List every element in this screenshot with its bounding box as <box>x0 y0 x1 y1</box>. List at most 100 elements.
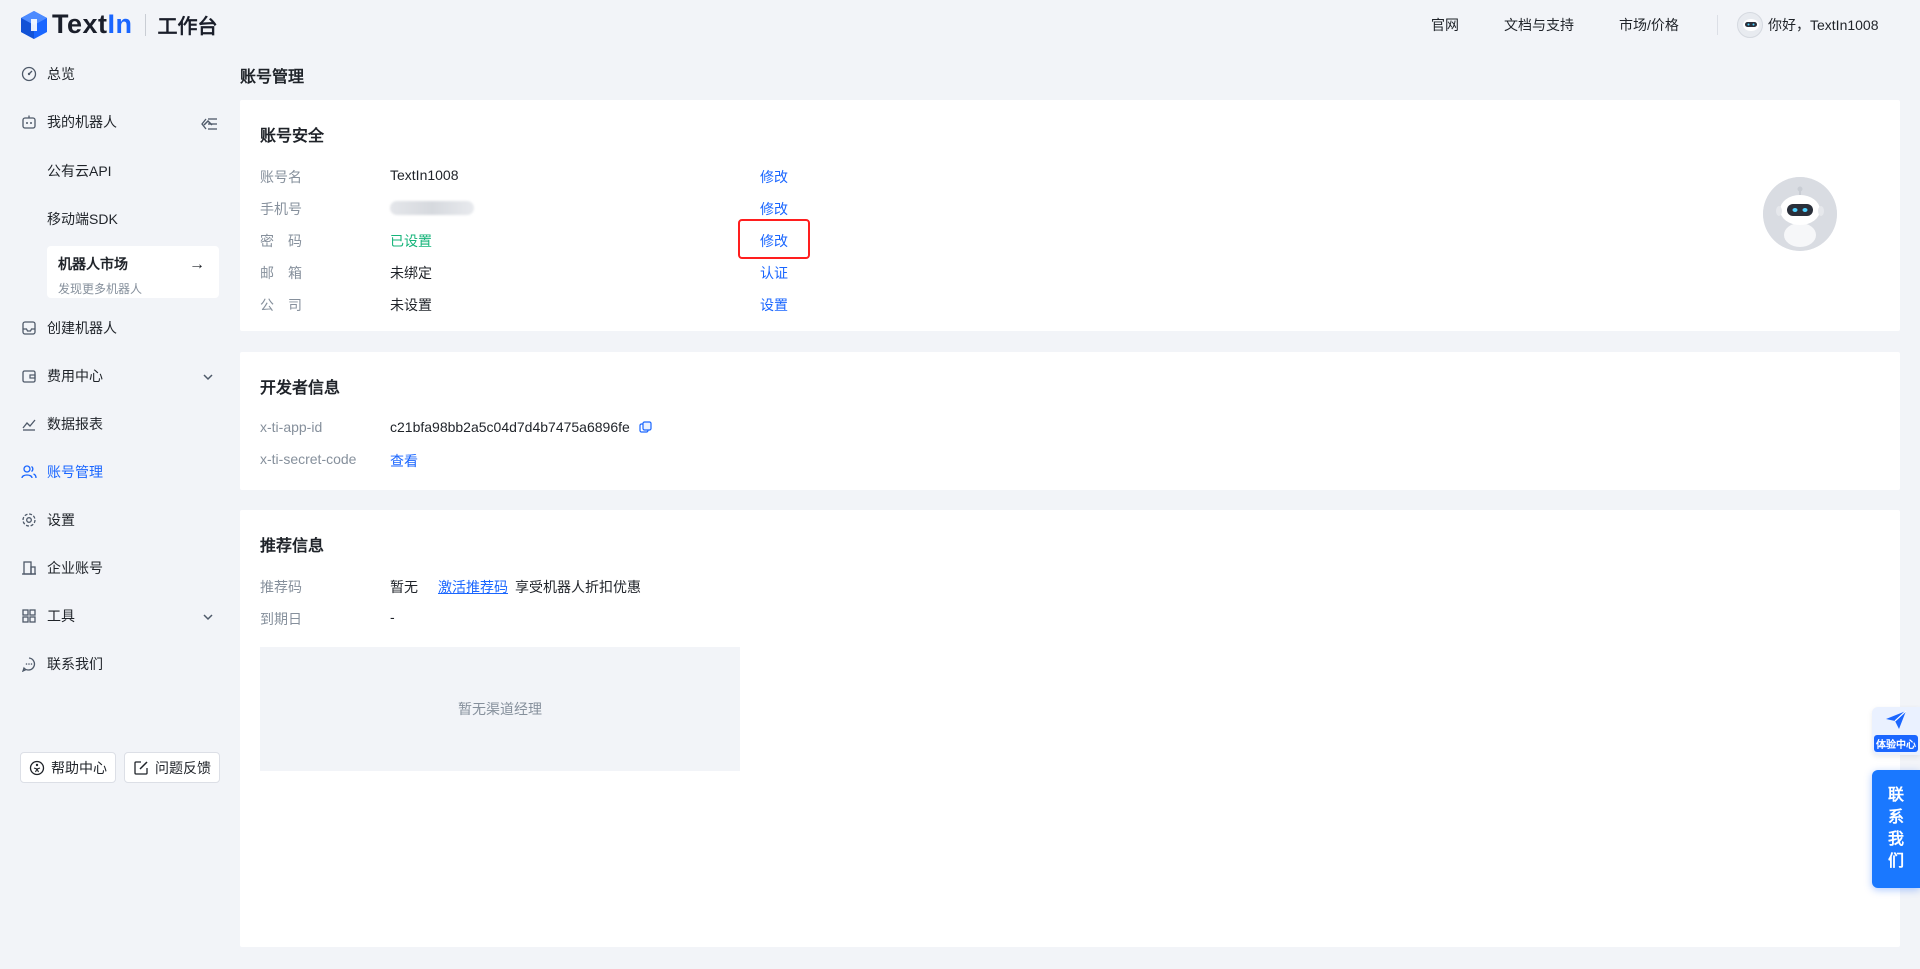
user-greeting: 你好，TextIn1008 <box>1768 17 1879 33</box>
account-security-card: 账号安全 账号名 TextIn1008 修改 手机号 修改 密 码 已设置 修改… <box>240 100 1900 331</box>
verify-email-link[interactable]: 认证 <box>760 263 788 283</box>
chat-icon <box>20 656 37 673</box>
sidebar-item-reports[interactable]: 数据报表 <box>20 409 103 439</box>
sidebar-item-settings[interactable]: 设置 <box>20 505 75 535</box>
market-title: 机器人市场 <box>58 256 128 272</box>
sidebar-item-label: 总览 <box>47 66 75 82</box>
textin-logo-icon <box>20 10 48 40</box>
referral-code-label: 推荐码 <box>260 579 302 595</box>
help-center-label: 帮助中心 <box>51 759 107 776</box>
help-center-button[interactable]: 帮助中心 <box>20 752 116 783</box>
app-id-row: c21bfa98bb2a5c04d7d4b7475a6896fe <box>390 419 652 435</box>
sidebar-item-public-api[interactable]: 公有云API <box>47 161 112 181</box>
users-icon <box>20 464 37 481</box>
nav-market-price[interactable]: 市场/价格 <box>1619 15 1679 35</box>
email-status: 未绑定 <box>390 265 432 281</box>
send-icon <box>1884 709 1908 731</box>
logo[interactable]: TextIn 工作台 <box>20 9 218 40</box>
chevron-down-icon[interactable] <box>202 370 214 382</box>
page-title: 账号管理 <box>240 69 305 86</box>
logo-divider <box>144 13 146 36</box>
field-label: 账号名 <box>260 169 302 185</box>
robot-icon <box>20 114 37 131</box>
sidebar-item-account[interactable]: 账号管理 <box>20 457 103 487</box>
sidebar-item-label: 费用中心 <box>47 368 103 384</box>
gear-icon <box>20 512 37 529</box>
developer-info-card: 开发者信息 x-ti-app-id c21bfa98bb2a5c04d7d4b7… <box>240 352 1900 490</box>
feedback-label: 问题反馈 <box>155 759 211 776</box>
sidebar-item-my-robots[interactable]: 我的机器人 <box>20 107 117 137</box>
sidebar-item-label: 企业账号 <box>47 560 103 576</box>
robot-market-card[interactable]: 机器人市场 发现更多机器人 → <box>47 246 219 298</box>
nav-official-site[interactable]: 官网 <box>1431 15 1459 35</box>
experience-center-label: 体验中心 <box>1874 735 1918 752</box>
copy-icon[interactable] <box>639 420 652 434</box>
expiry-value: - <box>390 609 395 625</box>
field-label: 手机号 <box>260 201 302 217</box>
help-icon <box>29 760 45 776</box>
contact-char: 联 <box>1887 787 1904 804</box>
wallet-icon <box>20 368 37 385</box>
top-bar: TextIn 工作台 官网 文档与支持 市场/价格 你好，TextIn1008 <box>0 0 1920 50</box>
brand-name-blue: In <box>107 9 133 39</box>
referral-code-row: 暂无 激活推荐码 享受机器人折扣优惠 <box>390 577 641 597</box>
user-menu[interactable]: 你好，TextIn1008 <box>1737 12 1879 38</box>
chevron-up-icon[interactable] <box>202 116 214 128</box>
card-title: 推荐信息 <box>260 538 325 555</box>
empty-text: 暂无渠道经理 <box>458 701 542 717</box>
dashboard-icon <box>20 66 37 83</box>
highlight-box <box>738 219 810 259</box>
arrow-right-icon: → <box>189 256 205 273</box>
user-avatar <box>1737 12 1763 38</box>
chart-icon <box>20 416 37 433</box>
profile-avatar[interactable] <box>1763 177 1837 251</box>
card-title: 账号安全 <box>260 128 325 145</box>
edit-phone-link[interactable]: 修改 <box>760 199 788 219</box>
sidebar-item-tools[interactable]: 工具 <box>20 601 75 631</box>
sidebar-item-label: 创建机器人 <box>47 320 117 336</box>
sidebar-item-label: 设置 <box>47 512 75 528</box>
nav-docs-support[interactable]: 文档与支持 <box>1504 15 1574 35</box>
sidebar-item-contact[interactable]: 联系我们 <box>20 649 103 679</box>
feedback-button[interactable]: 问题反馈 <box>124 752 220 783</box>
sidebar-item-enterprise[interactable]: 企业账号 <box>20 553 103 583</box>
grid-icon <box>20 608 37 625</box>
brand-name-dark: Text <box>52 9 108 39</box>
set-company-link[interactable]: 设置 <box>760 295 788 315</box>
nav-divider <box>1717 15 1718 35</box>
brand-name: TextIn <box>52 9 133 40</box>
edit-icon <box>133 760 149 776</box>
contact-us-float-button[interactable]: 联 系 我 们 <box>1872 770 1920 888</box>
username-value: TextIn1008 <box>390 167 459 183</box>
activate-referral-link[interactable]: 激活推荐码 <box>438 577 508 597</box>
sidebar-item-overview[interactable]: 总览 <box>20 59 75 89</box>
referral-code-value: 暂无 <box>390 579 418 595</box>
referral-benefit-text: 享受机器人折扣优惠 <box>515 579 641 595</box>
brand-subtitle: 工作台 <box>157 16 218 38</box>
channel-manager-empty: 暂无渠道经理 <box>260 647 740 771</box>
app-id-label: x-ti-app-id <box>260 419 323 435</box>
view-secret-link[interactable]: 查看 <box>390 451 418 471</box>
password-status: 已设置 <box>390 233 432 249</box>
field-label: 密 码 <box>260 233 302 249</box>
card-title: 开发者信息 <box>260 380 341 397</box>
company-status: 未设置 <box>390 297 432 313</box>
chevron-down-icon[interactable] <box>202 610 214 622</box>
field-label: 邮 箱 <box>260 265 302 281</box>
expiry-label: 到期日 <box>260 611 302 627</box>
field-label: 公 司 <box>260 297 302 313</box>
contact-char: 我 <box>1887 831 1904 848</box>
building-icon <box>20 560 37 577</box>
edit-username-link[interactable]: 修改 <box>760 167 788 187</box>
sidebar-item-label: 工具 <box>47 608 75 624</box>
sidebar-item-billing[interactable]: 费用中心 <box>20 361 103 391</box>
contact-char: 系 <box>1887 809 1904 826</box>
sidebar-item-create-robot[interactable]: 创建机器人 <box>20 313 117 343</box>
experience-center-button[interactable]: 体验中心 <box>1872 707 1920 755</box>
app-id-value: c21bfa98bb2a5c04d7d4b7475a6896fe <box>390 419 630 435</box>
sidebar-item-mobile-sdk[interactable]: 移动端SDK <box>47 209 118 229</box>
referral-info-card: 推荐信息 推荐码 暂无 激活推荐码 享受机器人折扣优惠 到期日 - 暂无渠道经理 <box>240 510 1900 947</box>
sidebar: 总览 我的机器人 公有云API 移动端SDK 机器人市场 发现更多机器人 → 创… <box>0 50 230 969</box>
inbox-icon <box>20 320 37 337</box>
phone-value-masked <box>390 201 474 215</box>
